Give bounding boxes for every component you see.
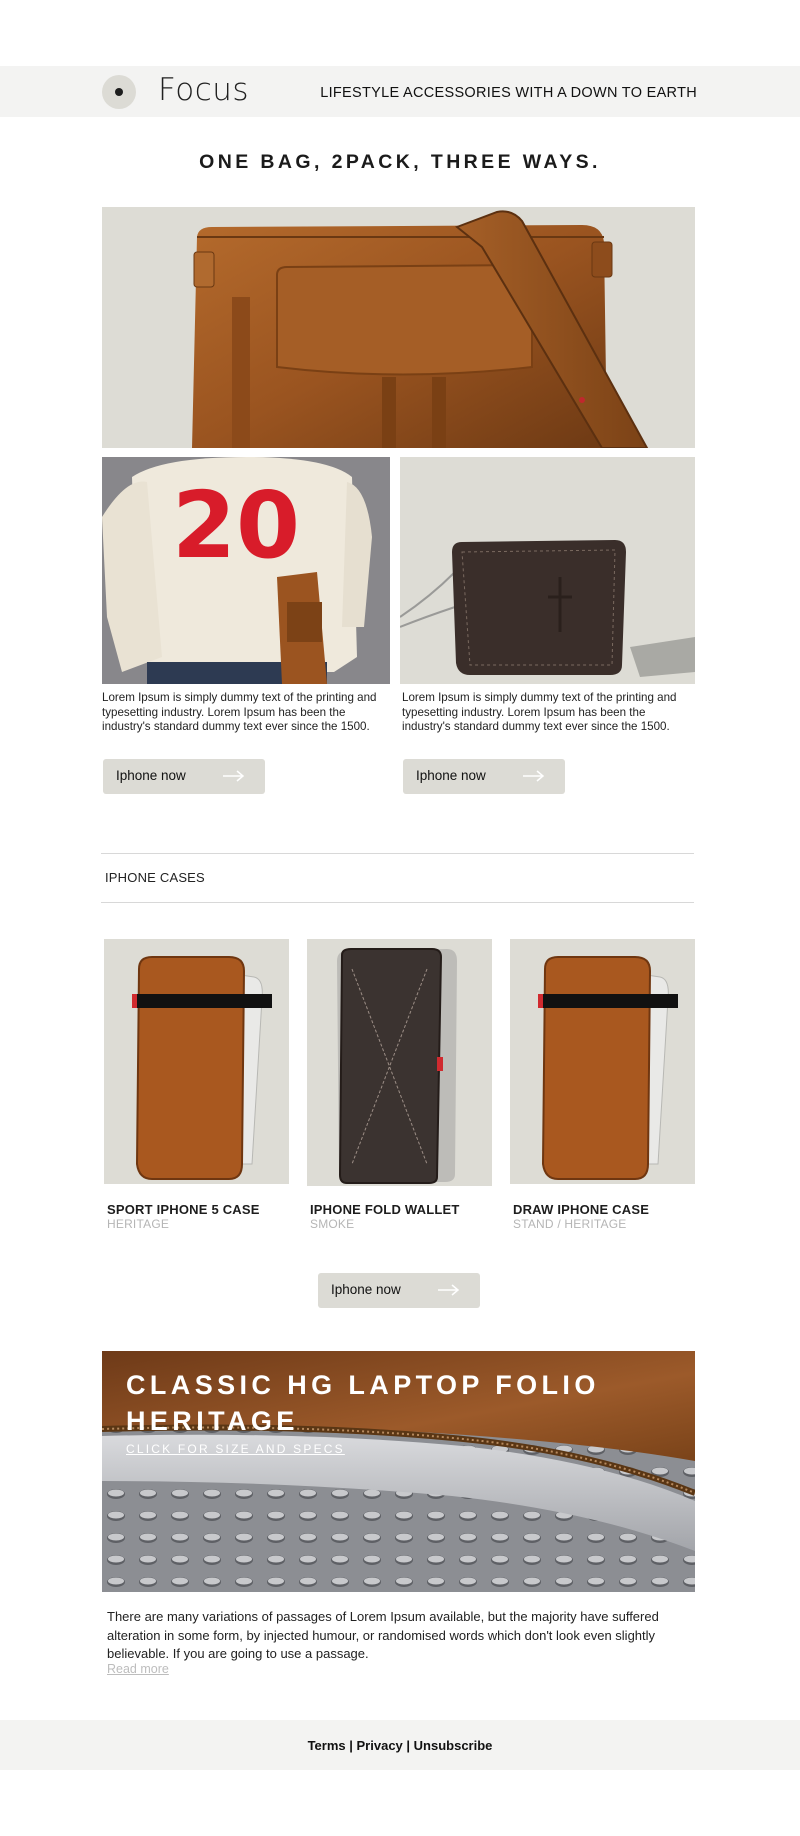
product-name[interactable]: DRAW IPHONE CASE (513, 1202, 649, 1217)
feature-description-1: Lorem Ipsum is simply dummy text of the … (102, 691, 377, 733)
button-label: Iphone now (331, 1282, 401, 1297)
logo-dot (115, 88, 123, 96)
footer-separator: | (345, 1738, 357, 1753)
pouch-image[interactable] (400, 457, 695, 684)
folio-title-line-1: CLASSIC HG LAPTOP FOLIO (126, 1370, 600, 1400)
folio-title: CLASSIC HG LAPTOP FOLIO HERITAGE (126, 1367, 600, 1439)
product-image-draw-case[interactable] (510, 939, 695, 1184)
button-label: Iphone now (116, 768, 186, 783)
product-subtitle: HERITAGE (107, 1217, 170, 1231)
sweater-model-image[interactable]: 20 (102, 457, 390, 684)
logo-text[interactable]: Focus (158, 72, 249, 108)
product-image-sport-case[interactable] (104, 939, 289, 1184)
header-bar: Focus LIFESTYLE ACCESSORIES WITH A DOWN … (0, 66, 800, 117)
footer-links: Terms | Privacy | Unsubscribe (0, 1720, 800, 1753)
arrow-right-icon (523, 770, 545, 782)
button-label: Iphone now (416, 768, 486, 783)
section-title: IPHONE CASES (105, 870, 205, 885)
feature-description-2: Lorem Ipsum is simply dummy text of the … (402, 691, 677, 733)
divider-top (101, 853, 694, 854)
unsubscribe-link[interactable]: Unsubscribe (414, 1738, 493, 1753)
product-name[interactable]: IPHONE FOLD WALLET (310, 1202, 459, 1217)
arrow-right-icon (438, 1284, 460, 1296)
sweater-number: 20 (172, 472, 300, 579)
logo-mark[interactable] (102, 75, 136, 109)
shop-now-button-cases[interactable]: Iphone now (318, 1273, 480, 1308)
divider-bottom (101, 902, 694, 903)
page-headline: ONE BAG, 2PACK, THREE WAYS. (199, 151, 601, 173)
hero-bag-image[interactable] (102, 207, 695, 448)
read-more-link[interactable]: Read more (107, 1662, 169, 1676)
arrow-right-icon (223, 770, 245, 782)
terms-link[interactable]: Terms (308, 1738, 346, 1753)
footer-separator: | (402, 1738, 414, 1753)
product-name[interactable]: SPORT IPHONE 5 CASE (107, 1202, 260, 1217)
footer: Terms | Privacy | Unsubscribe (0, 1720, 800, 1770)
privacy-link[interactable]: Privacy (357, 1738, 403, 1753)
product-subtitle: STAND / HERITAGE (513, 1217, 627, 1231)
body-paragraph: There are many variations of passages of… (107, 1609, 659, 1661)
shop-now-button-1[interactable]: Iphone now (103, 759, 265, 794)
product-subtitle: SMOKE (310, 1217, 355, 1231)
header-tagline: LIFESTYLE ACCESSORIES WITH A DOWN TO EAR… (320, 85, 697, 101)
folio-title-line-2: HERITAGE (126, 1406, 299, 1436)
shop-now-button-2[interactable]: Iphone now (403, 759, 565, 794)
size-specs-link[interactable]: CLICK FOR SIZE AND SPECS (126, 1442, 345, 1456)
product-image-fold-wallet[interactable] (307, 939, 492, 1186)
